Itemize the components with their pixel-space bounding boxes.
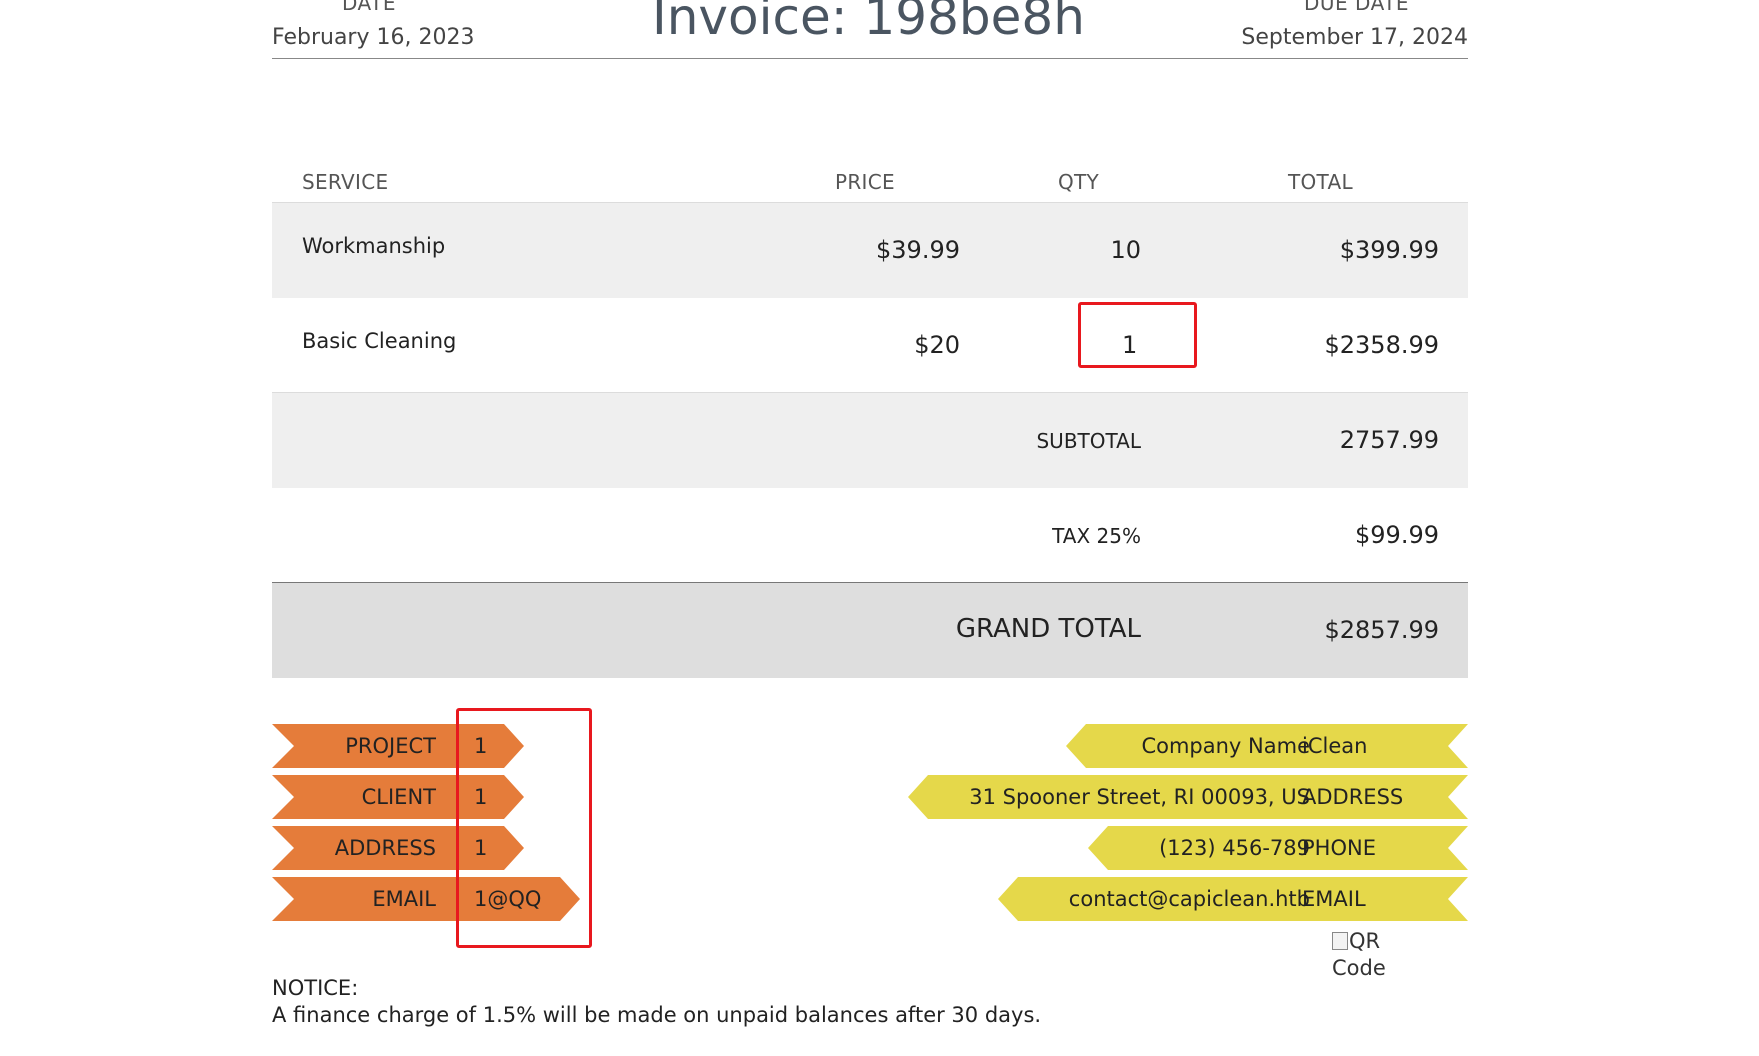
grand-total-label: GRAND TOTAL xyxy=(955,614,1141,644)
company-ribbon-name: Company Name iClean xyxy=(1066,724,1468,768)
client-label: CLIENT xyxy=(361,785,436,809)
header-divider xyxy=(272,58,1468,59)
column-header-service: SERVICE xyxy=(302,170,389,194)
invoice-date: February 16, 2023 xyxy=(272,25,475,50)
invoice-title: Invoice: 198be8h xyxy=(652,0,1085,46)
column-header-total: TOTAL xyxy=(1288,170,1353,194)
service-total: $399.99 xyxy=(1339,236,1439,264)
company-value: Company Name xyxy=(1141,734,1310,758)
column-header-price: PRICE xyxy=(835,170,895,194)
subtotal-value: 2757.99 xyxy=(1339,426,1439,454)
company-label: iClean xyxy=(1302,734,1368,758)
subtotal-label: SUBTOTAL xyxy=(1036,429,1141,453)
date-label: DATE xyxy=(342,0,397,15)
company-label: EMAIL xyxy=(1302,887,1366,911)
grand-total-row xyxy=(272,582,1468,678)
due-date: September 17, 2024 xyxy=(1241,25,1468,50)
company-label: ADDRESS xyxy=(1302,785,1404,809)
tax-row xyxy=(272,488,1468,583)
company-ribbon-phone: (123) 456-789 PHONE xyxy=(1088,826,1468,870)
service-price: $20 xyxy=(914,331,960,359)
qr-code-image: QR Code xyxy=(1332,928,1412,982)
client-values-highlight-box xyxy=(456,708,592,948)
notice-heading: NOTICE: xyxy=(272,976,359,1000)
company-value: contact@capiclean.htb xyxy=(1068,887,1310,911)
company-ribbon-email: contact@capiclean.htb EMAIL xyxy=(998,877,1468,921)
service-qty: 10 xyxy=(1110,236,1141,264)
company-value: (123) 456-789 xyxy=(1159,836,1310,860)
notice-text: A finance charge of 1.5% will be made on… xyxy=(272,1003,1042,1027)
tax-value: $99.99 xyxy=(1355,521,1439,549)
company-value: 31 Spooner Street, RI 00093, US xyxy=(969,785,1310,809)
broken-image-icon xyxy=(1332,932,1348,950)
client-label: EMAIL xyxy=(372,887,436,911)
table-row xyxy=(272,203,1468,298)
service-price: $39.99 xyxy=(876,236,960,264)
column-header-qty: QTY xyxy=(1058,170,1100,194)
grand-total-value: $2857.99 xyxy=(1324,616,1439,644)
client-label: ADDRESS xyxy=(334,836,436,860)
company-ribbon-address: 31 Spooner Street, RI 00093, US ADDRESS xyxy=(908,775,1468,819)
service-name: Workmanship xyxy=(302,234,446,258)
service-total: $2358.99 xyxy=(1324,331,1439,359)
subtotal-row xyxy=(272,393,1468,488)
qty-highlight-box xyxy=(1078,302,1197,368)
due-date-label: DUE DATE xyxy=(1304,0,1410,15)
client-label: PROJECT xyxy=(345,734,436,758)
tax-label: TAX 25% xyxy=(1052,524,1141,548)
company-label: PHONE xyxy=(1302,836,1376,860)
service-name: Basic Cleaning xyxy=(302,329,457,353)
